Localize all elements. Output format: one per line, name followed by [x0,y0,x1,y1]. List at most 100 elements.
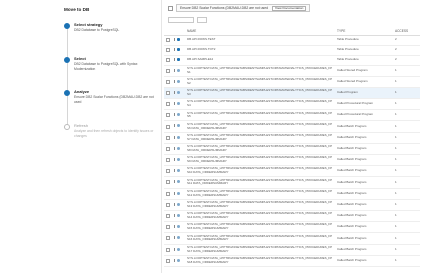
row-checkbox[interactable] [166,113,170,118]
table-row[interactable]: SYS.LOOPTEST.DATA_LPPTRNASSETABSIDENTSAM… [164,154,420,167]
table-row[interactable]: DB.API.SAMPLE12 Table Procedure 2 [164,55,420,66]
table-row[interactable]: DB.API.ROWS.TEST Table Procedure 2 [164,35,420,46]
expand-icon[interactable] [174,191,176,195]
expand-icon[interactable] [174,124,176,128]
table-row[interactable]: SYS.LOOPTEST.DATA_LPPTRNASSETABSIDENTSAM… [164,120,420,133]
object-icon [177,102,180,106]
expand-icon[interactable] [174,158,176,162]
step-2-title[interactable]: Select [74,56,158,61]
row-type: Called Batch Program [335,165,393,178]
row-checkbox-cell[interactable] [164,221,172,234]
row-checkbox[interactable] [166,202,170,207]
step-1-title[interactable]: Select strategy [74,22,158,27]
expand-icon[interactable] [174,102,176,106]
row-checkbox[interactable] [166,102,170,107]
table-row[interactable]: SYS.LOOPTEST.DATA_LPPTRNASSETABSIDENTSAM… [164,210,420,223]
step-4-title[interactable]: Refresh [74,123,158,128]
column-header-type[interactable]: TYPE [335,27,393,36]
expand-icon[interactable] [174,236,176,240]
row-checkbox[interactable] [166,247,170,252]
row-checkbox-cell[interactable] [164,188,172,200]
expand-icon[interactable] [174,47,176,51]
row-name: SYS.LOOPTEST.DATA_LPPTRNASSETABSIDENTSAM… [185,98,335,111]
expand-icon[interactable] [174,213,176,217]
expand-icon[interactable] [174,68,176,72]
row-checkbox[interactable] [166,124,170,129]
row-checkbox[interactable] [166,146,170,151]
table-row[interactable]: SYS.LOOPTEST.DATA_LPPTRNASSETABSIDENTSAM… [164,98,420,111]
table-row[interactable]: SYS.LOOPTEST.DATA_LPPTRNASSETABSIDENTSAM… [164,199,420,211]
row-checkbox[interactable] [166,236,170,241]
table-row[interactable]: SYS.LOOPTEST.DATA_LPPTRNASSETABSIDENTSAM… [164,255,420,267]
table-row[interactable]: SYS.LOOPTEST.DATA_LPPTRNASSETABSIDENTSAM… [164,176,420,189]
row-checkbox-cell[interactable] [164,210,172,223]
row-checkbox[interactable] [166,214,170,219]
column-header-name[interactable]: NAME [185,27,335,36]
row-checkbox-cell[interactable] [164,199,172,211]
filter-input[interactable] [168,17,194,23]
table-row[interactable]: SYS.LOOPTEST.DATA_LPPTRNASSETABSIDENTSAM… [164,65,420,77]
row-checkbox-cell[interactable] [164,65,172,77]
row-checkbox-cell[interactable] [164,255,172,267]
row-checkbox-cell[interactable] [164,143,172,156]
table-row[interactable]: DB.API.ROWS.TOT2 Table Procedure 2 [164,45,420,56]
row-checkbox[interactable] [166,58,170,62]
table-row[interactable]: SYS.LOOPTEST.DATA_LPPTRNASSETABSIDENTSAM… [164,244,420,256]
expand-icon[interactable] [174,180,176,184]
table-row[interactable]: SYS.LOOPTEST.DATA_LPPTRNASSETABSIDENTSAM… [164,165,420,178]
row-checkbox[interactable] [166,68,170,73]
expand-icon[interactable] [174,113,176,117]
table-row[interactable]: SYS.LOOPTEST.DATA_LPPTRNASSETABSIDENTSAM… [164,188,420,200]
expand-icon[interactable] [174,202,176,206]
expand-icon[interactable] [174,57,176,61]
row-checkbox[interactable] [166,79,170,84]
row-checkbox-cell[interactable] [164,35,172,46]
row-checkbox[interactable] [166,225,170,230]
row-checkbox[interactable] [166,191,170,196]
step-3-title[interactable]: Analyze [74,89,158,94]
expand-icon[interactable] [174,90,176,94]
row-checkbox[interactable] [166,158,170,163]
row-checkbox-cell[interactable] [164,176,172,189]
row-checkbox-cell[interactable] [164,109,172,122]
table-row[interactable]: SYS.LOOPTEST.DATA_LPPTRNASSETABSIDENTSAM… [164,76,420,88]
table-row[interactable]: SYS.LOOPTEST.DATA_LPPTRNASSETABSIDENTSAM… [164,87,420,100]
row-checkbox[interactable] [166,48,170,52]
row-checkbox[interactable] [166,90,170,95]
row-checkbox-cell[interactable] [164,154,172,167]
table-row[interactable]: SYS.LOOPTEST.DATA_LPPTRNASSETABSIDENTSAM… [164,109,420,122]
row-checkbox-cell[interactable] [164,232,172,245]
row-name: SYS.LOOPTEST.DATA_LPPTRNASSETABSIDENTSAM… [185,255,335,267]
table-row[interactable]: SYS.LOOPTEST.DATA_LPPTRNASSETABSIDENTSAM… [164,232,420,245]
database-icon [177,37,180,41]
select-all-checkbox[interactable] [168,5,173,11]
row-checkbox-cell[interactable] [164,45,172,56]
row-checkbox-cell[interactable] [164,87,172,100]
expand-icon[interactable] [174,247,176,251]
row-checkbox-cell[interactable] [164,244,172,256]
column-header-access[interactable]: ACCESS [393,27,420,36]
row-checkbox-cell[interactable] [164,98,172,111]
row-checkbox-cell[interactable] [164,76,172,88]
row-checkbox-cell[interactable] [164,55,172,66]
expand-icon[interactable] [174,146,176,150]
row-checkbox[interactable] [166,38,170,42]
table-row[interactable]: SYS.LOOPTEST.DATA_LPPTRNASSETABSIDENTSAM… [164,132,420,144]
view-documentation-button[interactable]: View Documentation [272,5,307,11]
table-row[interactable]: SYS.LOOPTEST.DATA_LPPTRNASSETABSIDENTSAM… [164,221,420,234]
row-checkbox-cell[interactable] [164,120,172,133]
expand-icon[interactable] [174,135,176,139]
row-checkbox[interactable] [166,135,170,140]
row-checkbox-cell[interactable] [164,165,172,178]
row-checkbox[interactable] [166,180,170,185]
row-checkbox-cell[interactable] [164,132,172,144]
expand-icon[interactable] [174,225,176,229]
expand-icon[interactable] [174,169,176,173]
expand-icon[interactable] [174,79,176,83]
row-checkbox[interactable] [166,169,170,174]
filter-button[interactable] [197,17,207,23]
row-checkbox[interactable] [166,258,170,263]
expand-icon[interactable] [174,37,176,41]
expand-icon[interactable] [174,258,176,262]
table-row[interactable]: SYS.LOOPTEST.DATA_LPPTRNASSETABSIDENTSAM… [164,143,420,156]
